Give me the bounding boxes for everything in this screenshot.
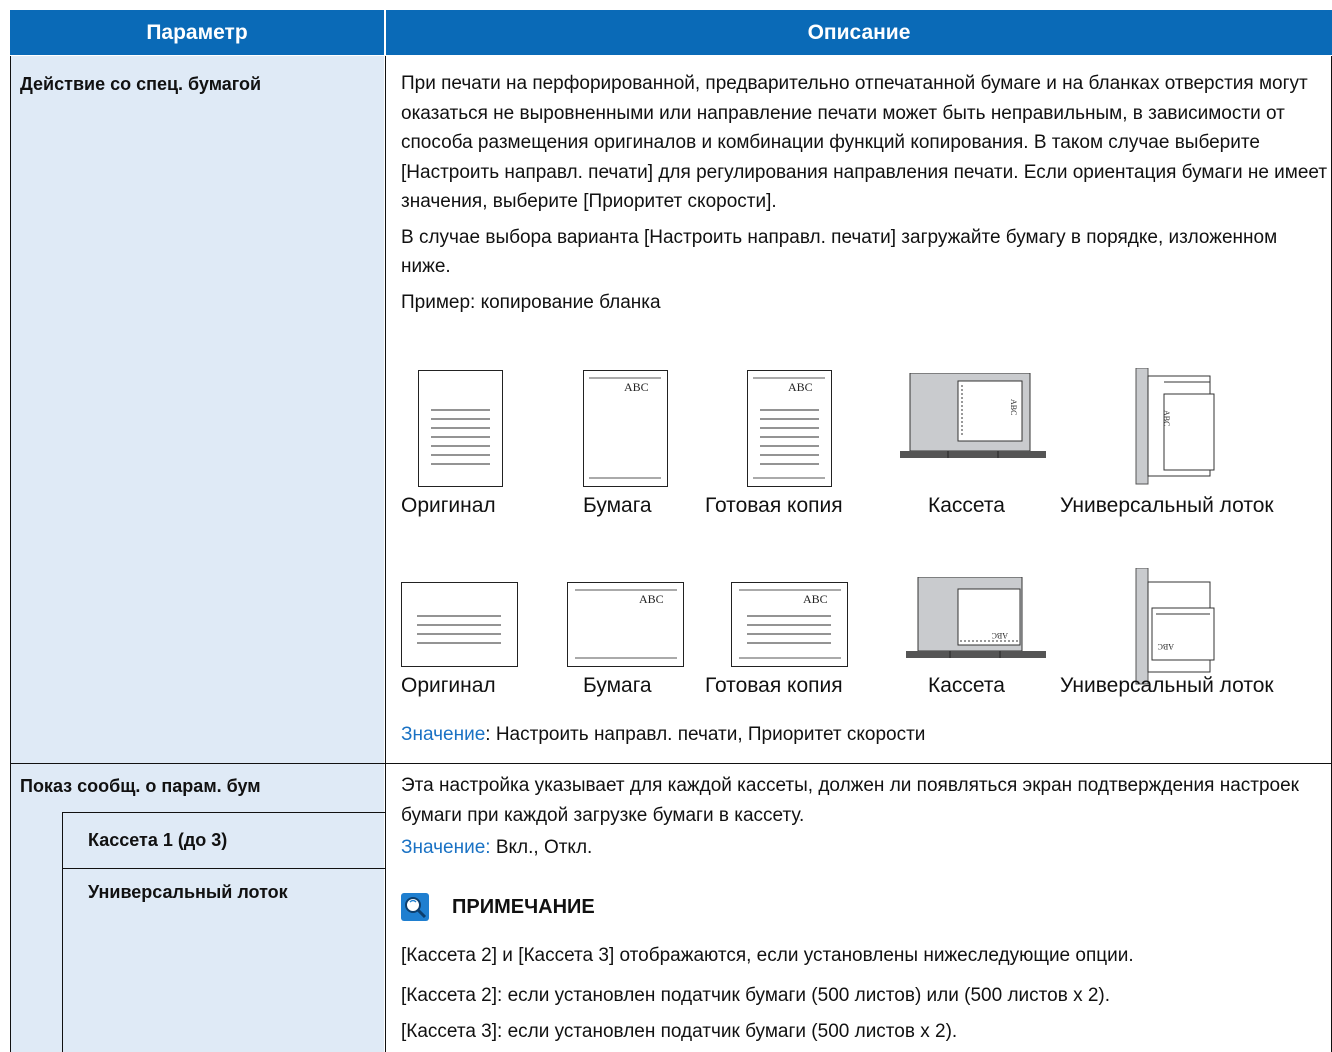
value-line-paper-message: Значение: Вкл., Откл.: [401, 837, 593, 858]
original-portrait-illustration: [418, 370, 503, 487]
cassette-portrait-illustration: ABC: [900, 373, 1046, 458]
desc-example: Пример: копирование бланка: [401, 291, 661, 313]
caption-cassette-2: Кассета: [928, 674, 1005, 697]
copy-portrait-illustration: ABC: [747, 370, 832, 487]
paper-abc-text: ABC: [624, 380, 649, 394]
param-special-paper: Действие со спец. бумагой: [20, 74, 262, 94]
caption-original: Оригинал: [401, 494, 496, 517]
caption-finished-copy: Готовая копия: [705, 494, 843, 517]
desc-special-paper: При печати на перфорированной, предварит…: [401, 69, 1329, 317]
desc-paper-message: Эта настройка указывает для каждой кассе…: [401, 771, 1329, 863]
svg-text:ABC: ABC: [1009, 399, 1018, 415]
grid-sub-indent: [62, 812, 63, 1052]
paper-landscape-illustration: ABC: [567, 582, 684, 667]
header-param: Параметр: [10, 10, 384, 55]
svg-text:ABC: ABC: [803, 592, 828, 606]
svg-text:ABC: ABC: [1158, 642, 1174, 651]
caption-cassette: Кассета: [928, 494, 1005, 517]
mp-tray-landscape-illustration: ABC: [1135, 568, 1215, 685]
desc-paragraph-2: В случае выбора варианта [Настроить напр…: [401, 226, 1278, 278]
param-paper-message: Показ сообщ. о парам. бум: [20, 776, 261, 796]
copy-abc-text: ABC: [788, 380, 813, 394]
value-line-special-paper: Значение: Настроить направл. печати, При…: [401, 724, 925, 746]
caption-paper-2: Бумага: [583, 674, 652, 697]
paper-portrait-illustration: ABC: [583, 370, 668, 487]
note-line-3: [Кассета 3]: если установлен податчик бу…: [401, 1021, 958, 1042]
note-line-2: [Кассета 2]: если установлен податчик бу…: [401, 985, 1111, 1006]
header-description: Описание: [386, 10, 1332, 55]
row-divider: [10, 763, 1332, 764]
value-key: Значение: [401, 724, 486, 745]
caption-original-2: Оригинал: [401, 674, 496, 697]
caption-mp-tray-2: Универсальный лоток: [1060, 674, 1274, 697]
desc-paragraph: Эта настройка указывает для каждой кассе…: [401, 775, 1299, 826]
svg-text:ABC: ABC: [992, 631, 1008, 640]
grid-mid: [385, 56, 386, 1052]
grid-left: [10, 56, 11, 1052]
note-title: ПРИМЕЧАНИЕ: [452, 896, 595, 918]
sub-divider-1: [62, 812, 385, 813]
caption-paper: Бумага: [583, 494, 652, 517]
caption-finished-copy-2: Готовая копия: [705, 674, 843, 697]
note-line-1: [Кассета 2] и [Кассета 3] отображаются, …: [401, 945, 1134, 966]
copy-landscape-illustration: ABC: [731, 582, 848, 667]
mp-tray-portrait-illustration: ABC: [1135, 368, 1215, 485]
svg-text:ABC: ABC: [1162, 410, 1171, 426]
sub-divider-2: [62, 868, 385, 869]
magnifier-note-icon: [401, 893, 429, 921]
svg-text:ABC: ABC: [639, 592, 664, 606]
param-mp-tray: Универсальный лоток: [88, 882, 288, 902]
value-text: : Настроить направл. печати, Приоритет с…: [485, 724, 926, 745]
original-landscape-illustration: [401, 582, 518, 667]
param-cassette-1-3: Кассета 1 (до 3): [88, 830, 228, 850]
cassette-landscape-illustration: ABC: [906, 577, 1046, 658]
settings-table: Параметр Описание Действие со спец. бума…: [0, 0, 1332, 1052]
caption-mp-tray: Универсальный лоток: [1060, 494, 1274, 517]
desc-paragraph-1: При печати на перфорированной, предварит…: [401, 73, 1328, 212]
